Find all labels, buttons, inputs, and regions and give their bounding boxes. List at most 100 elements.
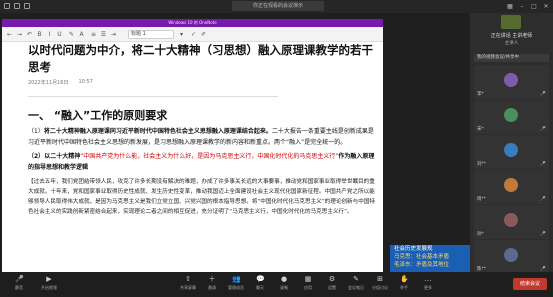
panel-status: 我的视频会议/共享中 xyxy=(474,54,549,62)
bold-icon[interactable]: B xyxy=(36,31,43,38)
avatar xyxy=(501,15,521,29)
toolbar-label: 应用 xyxy=(304,285,312,290)
toolbar-button[interactable]: ⚙ 设置 xyxy=(319,275,345,295)
toolbar-icon: ＋ xyxy=(208,275,216,283)
toolbar-icon: 👥 xyxy=(232,275,241,283)
toolbar-button[interactable]: ▶ 开启视频 xyxy=(36,275,62,295)
toolbar-label: 聊天 xyxy=(256,285,264,290)
toolbar-button[interactable]: ● 录制 xyxy=(271,275,297,295)
undo-icon[interactable]: ↶ xyxy=(26,31,33,38)
toolbar-button[interactable]: 💬 聊天 xyxy=(247,275,273,295)
page-title[interactable]: 以时代问题为中介，将二十大精神（习思想）融入原理课教学的若干思考 xyxy=(28,42,377,76)
close-icon[interactable]: ✕ xyxy=(542,2,550,11)
overlay-line-3: 毛泽东：矛盾及其地位 xyxy=(394,262,450,268)
view-icon[interactable]: ▦ xyxy=(506,2,514,11)
end-meeting-button[interactable]: 结束会议 xyxy=(513,278,547,290)
mic-icon: 🎤 xyxy=(540,127,546,132)
meeting-title-bar: 你正在观看的会议演示 ▦ – □ ✕ xyxy=(0,0,553,13)
host-tile[interactable]: 正在讲话 主讲老师 主讲人 xyxy=(470,13,553,53)
toolbar-icon: ▦ xyxy=(304,275,312,283)
highlight-icon[interactable]: ✎ xyxy=(68,31,75,38)
draw-icon[interactable]: ✐ xyxy=(200,31,207,38)
avatar xyxy=(504,213,518,227)
page-meta: 2022年11月16日 10:57 xyxy=(28,79,377,86)
participant-name: 周** xyxy=(477,197,486,202)
info-icon[interactable] xyxy=(4,3,10,9)
toolbar-label: 开启视频 xyxy=(41,285,57,290)
toolbar-label: 更多 xyxy=(424,285,432,290)
note-page[interactable]: 以时代问题为中介，将二十大精神（习思想）融入原理课教学的若干思考 2022年11… xyxy=(28,42,377,272)
paragraph-2: （2）以二十大精神“中国共产党为什么能，社会主义为什么好，是因为马克思主义行，中… xyxy=(28,151,377,173)
avatar xyxy=(504,73,518,87)
mic-icon: 🎤 xyxy=(540,92,546,97)
toolbar-icon: ⚙ xyxy=(328,275,336,283)
p2-number: （2） xyxy=(28,153,45,160)
shared-screen: Windows 10 的 OneNote ← → ↶ B I U ✎ A ≡ ☰… xyxy=(0,13,470,272)
host-name: 正在讲话 主讲老师 xyxy=(490,33,533,39)
chevron-down-icon[interactable]: ▾ xyxy=(178,31,185,38)
p1-number: （1） xyxy=(28,128,44,135)
avatar xyxy=(504,248,518,262)
toolbar-icon: ▶ xyxy=(46,275,52,283)
paragraph-3: 【过去五年，我们党团结带领人民，攻克了许多长期没有解决的难题，办成了许多事关长远… xyxy=(28,179,376,215)
italic-icon[interactable]: I xyxy=(46,31,53,38)
toolbar-label: 共享屏幕 xyxy=(180,285,196,290)
participant-tile[interactable]: 周** 🎤 xyxy=(474,170,549,204)
maximize-icon[interactable]: □ xyxy=(530,2,538,11)
toolbar-button[interactable]: ✋ 举手 xyxy=(391,275,417,295)
numbering-icon[interactable]: ☰ xyxy=(100,31,107,38)
toolbar-icon: ● xyxy=(280,275,288,283)
underline-icon[interactable]: U xyxy=(56,31,63,38)
indent-icon[interactable]: ⇥ xyxy=(110,31,117,38)
bullets-icon[interactable]: ≡ xyxy=(90,31,97,38)
participant-name: 李* xyxy=(477,92,484,97)
toolbar-button[interactable]: … 更多 xyxy=(415,275,441,295)
toolbar-button[interactable]: 🎤 静音 xyxy=(6,275,32,295)
p2-bold: 以二十大精神 xyxy=(44,153,81,160)
toolbar-button[interactable]: ✎ 会议笔记 xyxy=(343,275,369,295)
toolbar-icon: 💬 xyxy=(256,275,265,283)
participant-tile[interactable]: 刘** 🎤 xyxy=(474,135,549,169)
toolbar-button[interactable]: ⇧ 共享屏幕 xyxy=(175,275,201,295)
participant-tile[interactable]: 宋* 🎤 xyxy=(474,100,549,134)
participant-tile[interactable]: 李* 🎤 xyxy=(474,65,549,99)
avatar xyxy=(504,143,518,157)
toolbar-button[interactable]: ⊞ 分组讨论 xyxy=(367,275,393,295)
paragraph-1: （1）将二十大精神融入原理课同习近平新时代中国特色社会主义思想融入原理课结合起来… xyxy=(28,126,377,148)
meeting-title[interactable]: 你正在观看的会议演示 xyxy=(232,1,324,11)
toolbar-button[interactable]: ▦ 应用 xyxy=(295,275,321,295)
participants-panel: 正在讲话 主讲老师 主讲人 我的视频会议/共享中 李* 🎤 宋* 🎤 刘** 🎤 周** 🎤 孙… xyxy=(470,13,553,274)
host-role: 主讲人 xyxy=(504,41,519,46)
signal-icon[interactable] xyxy=(24,3,30,9)
p2-red-text: “中国共产党为什么能，社会主义为什么好，是因为马克思主义行，中国化时代化的马克思… xyxy=(80,153,339,160)
participant-name: 宋* xyxy=(477,127,484,132)
back-icon[interactable]: ← xyxy=(6,31,13,38)
page-time: 10:57 xyxy=(78,79,93,85)
toolbar-label: 静音 xyxy=(15,285,23,290)
p1-bold: 将二十大精神融入原理课同习近平新时代中国特色社会主义思想融入原理课结合起来。 xyxy=(43,128,272,135)
toolbar-button[interactable]: ＋ 邀请 xyxy=(199,275,225,295)
forward-icon[interactable]: → xyxy=(16,31,23,38)
toolbar-icon: ⊞ xyxy=(377,275,383,283)
participant-tile[interactable]: 孙* 🎤 xyxy=(474,205,549,239)
toolbar-icon: ✋ xyxy=(400,275,409,283)
onenote-window-title: Windows 10 的 OneNote xyxy=(168,20,217,25)
minimize-icon[interactable]: – xyxy=(518,2,526,11)
mic-icon: 🎤 xyxy=(540,232,546,237)
shield-icon[interactable] xyxy=(14,3,20,9)
style-select[interactable]: 标题 1 xyxy=(128,30,174,39)
tag-icon[interactable]: ✓ xyxy=(190,31,197,38)
participant-tile[interactable]: 陈** 🎤 xyxy=(474,240,549,274)
onenote-titlebar: Windows 10 的 OneNote xyxy=(2,19,383,27)
toolbar-label: 管理成员 xyxy=(228,285,244,290)
overlay-line-1: 社会历史发展规 xyxy=(394,246,433,252)
font-color-icon[interactable]: A xyxy=(78,31,85,38)
mic-icon: 🎤 xyxy=(540,162,546,167)
toolbar-icon: ⇧ xyxy=(185,275,191,283)
toolbar-button[interactable]: 👥 管理成员 xyxy=(223,275,249,295)
toolbar-icon: 🎤 xyxy=(15,275,24,283)
avatar xyxy=(504,108,518,122)
divider xyxy=(28,96,278,97)
toolbar-label: 邀请 xyxy=(208,285,216,290)
participant-name: 孙* xyxy=(477,232,484,237)
